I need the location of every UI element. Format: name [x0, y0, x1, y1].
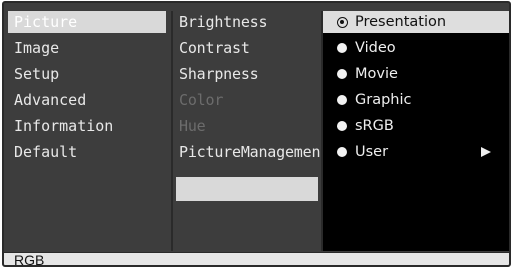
option-label: User [355, 144, 389, 160]
sub-menu-item-label: PictureManagement [179, 143, 330, 161]
radio-selected-icon [337, 16, 348, 28]
source-label: RGB [14, 252, 45, 267]
bullet-icon [337, 43, 347, 53]
main-menu-item-advanced[interactable]: Advanced [8, 89, 166, 111]
sub-menu-blank-highlight [176, 177, 318, 201]
sub-menu-item-label: Sharpness [179, 65, 259, 83]
option-graphic[interactable]: Graphic [323, 89, 509, 111]
main-menu-item-label: Advanced [14, 91, 87, 109]
status-bar: RGB [4, 252, 509, 267]
option-label: Presentation [355, 14, 447, 30]
main-menu-item-default[interactable]: Default [8, 141, 166, 163]
main-menu-item-setup[interactable]: Setup [8, 63, 166, 85]
sub-menu-item-contrast[interactable]: Contrast [173, 37, 321, 59]
sub-menu-item-hue: Hue [173, 115, 321, 137]
option-srgb[interactable]: sRGB [323, 115, 509, 137]
sub-menu: Brightness Contrast Sharpness Color Hue … [171, 11, 329, 251]
main-menu-item-information[interactable]: Information [8, 115, 166, 137]
main-menu-item-label: Default [14, 143, 78, 161]
bullet-icon [337, 69, 347, 79]
sub-menu-item-label: Color [179, 91, 224, 109]
main-menu: Picture Image Setup Advanced Information… [8, 11, 166, 251]
option-user[interactable]: User [323, 141, 509, 163]
main-menu-item-label: Picture [14, 13, 78, 31]
main-menu-item-image[interactable]: Image [8, 37, 166, 59]
sub-menu-item-label: Brightness [179, 13, 268, 31]
main-menu-item-label: Image [14, 39, 60, 57]
option-label: Graphic [355, 92, 412, 108]
option-label: Video [355, 40, 396, 56]
bullet-icon [337, 147, 347, 157]
sub-menu-item-brightness[interactable]: Brightness [173, 11, 321, 33]
sub-menu-item-picture-management[interactable]: PictureManagement [173, 141, 329, 163]
bullet-icon [337, 121, 347, 131]
sub-menu-item-label: Contrast [179, 39, 250, 57]
projector-menu-window: Picture Image Setup Advanced Information… [2, 1, 511, 267]
bullet-icon [337, 95, 347, 105]
sub-menu-item-label: Hue [179, 117, 206, 135]
main-menu-item-label: Information [14, 117, 114, 135]
sub-menu-item-sharpness[interactable]: Sharpness [173, 63, 321, 85]
main-menu-item-picture[interactable]: Picture [8, 11, 166, 33]
submenu-arrow-icon [481, 147, 491, 157]
main-menu-item-label: Setup [14, 65, 60, 83]
option-movie[interactable]: Movie [323, 63, 509, 85]
option-video[interactable]: Video [323, 37, 509, 59]
option-presentation[interactable]: Presentation [323, 11, 509, 33]
options-panel: Presentation Video Movie Graphic sRGB Us… [321, 11, 509, 251]
option-label: Movie [355, 66, 398, 82]
option-label: sRGB [355, 118, 394, 134]
sub-menu-item-color: Color [173, 89, 321, 111]
